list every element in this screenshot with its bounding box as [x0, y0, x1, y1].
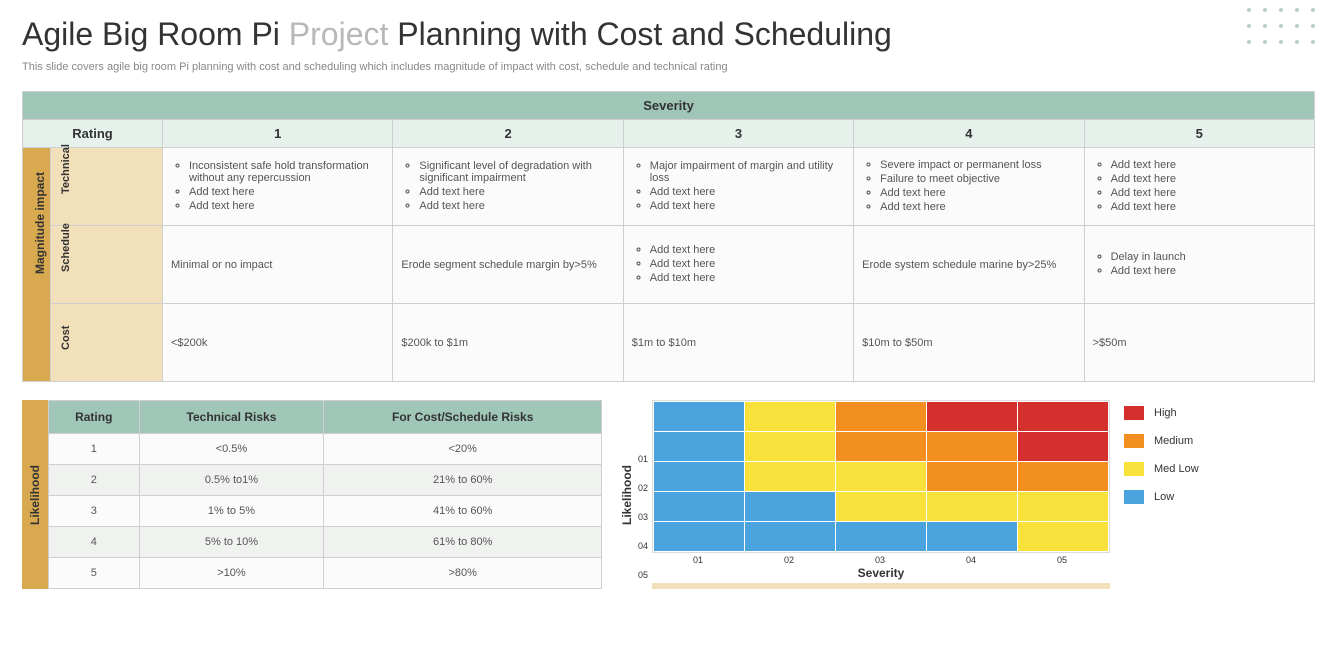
cell-cost-2: $200k to $1m — [393, 304, 623, 382]
heatmap-xlabel: Severity — [652, 566, 1110, 580]
table-row: 31% to 5%41% to 60% — [49, 496, 602, 527]
legend-row: High — [1124, 406, 1199, 420]
heatmap-cell — [1018, 492, 1108, 521]
col-5: 5 — [1084, 120, 1314, 148]
heatmap-cell — [836, 432, 926, 461]
title-pre: Agile Big Room Pi — [22, 16, 289, 52]
page-subtitle: This slide covers agile big room Pi plan… — [22, 61, 1315, 73]
table-row: 1<0.5%<20% — [49, 434, 602, 465]
heatmap-cell — [836, 402, 926, 431]
lk-hdr-rating: Rating — [49, 401, 140, 434]
likelihood-table-wrap: Likelihood Rating Technical Risks For Co… — [22, 400, 602, 589]
heatmap-cell — [745, 402, 835, 431]
lk-hdr-tech: Technical Risks — [139, 401, 324, 434]
col-4: 4 — [854, 120, 1084, 148]
heatmap-cell — [745, 462, 835, 491]
col-1: 1 — [163, 120, 393, 148]
heatmap: Likelihood 0102030405 0102030405 Severit… — [620, 400, 1315, 589]
lk-hdr-cost: For Cost/Schedule Risks — [324, 401, 602, 434]
legend-row: Medium — [1124, 434, 1199, 448]
table-row: 45% to 10%61% to 80% — [49, 527, 602, 558]
title-post: Planning with Cost and Scheduling — [388, 16, 891, 52]
table-row: 20.5% to1%21% to 60% — [49, 465, 602, 496]
heatmap-cell — [927, 402, 1017, 431]
severity-header: Severity — [23, 92, 1315, 120]
cell-technical-5: Add text hereAdd text hereAdd text hereA… — [1084, 148, 1314, 226]
heatmap-cell — [654, 522, 744, 551]
cost-row-label: Cost — [51, 304, 163, 382]
legend-label: High — [1154, 407, 1177, 419]
cell-cost-4: $10m to $50m — [854, 304, 1084, 382]
heatmap-bottom-bar — [652, 583, 1110, 589]
cell-cost-1: <$200k — [163, 304, 393, 382]
schedule-row-label: Schedule — [51, 226, 163, 304]
heatmap-cell — [654, 492, 744, 521]
likelihood-side-label: Likelihood — [22, 400, 48, 589]
legend-swatch — [1124, 434, 1144, 448]
likelihood-table: Rating Technical Risks For Cost/Schedule… — [48, 400, 602, 589]
heatmap-cell — [927, 432, 1017, 461]
heatmap-cell — [745, 492, 835, 521]
impact-matrix: Severity Rating 1 2 3 4 5 Magnitude impa… — [22, 91, 1315, 382]
legend-label: Med Low — [1154, 463, 1199, 475]
heatmap-xticks: 0102030405 — [652, 555, 1110, 565]
heatmap-cell — [745, 432, 835, 461]
heatmap-cell — [1018, 522, 1108, 551]
heatmap-cell — [654, 402, 744, 431]
heatmap-cell — [836, 462, 926, 491]
likelihood-tbody: 1<0.5%<20%20.5% to1%21% to 60%31% to 5%4… — [49, 434, 602, 589]
cell-cost-3: $1m to $10m — [623, 304, 853, 382]
heatmap-cell — [1018, 402, 1108, 431]
col-3: 3 — [623, 120, 853, 148]
cell-technical-2: Significant level of degradation with si… — [393, 148, 623, 226]
heatmap-cell — [654, 462, 744, 491]
heatmap-cell — [927, 492, 1017, 521]
rating-header: Rating — [23, 120, 163, 148]
heatmap-cell — [836, 522, 926, 551]
legend-row: Low — [1124, 490, 1199, 504]
heatmap-cell — [927, 522, 1017, 551]
cell-schedule-2: Erode segment schedule margin by>5% — [393, 226, 623, 304]
heatmap-grid — [652, 400, 1110, 553]
heatmap-ylabel: Likelihood — [620, 465, 634, 525]
decorative-dots — [1247, 8, 1319, 48]
heatmap-cell — [1018, 462, 1108, 491]
legend-label: Low — [1154, 491, 1174, 503]
table-row: 5>10%>80% — [49, 557, 602, 588]
cell-technical-3: Major impairment of margin and utility l… — [623, 148, 853, 226]
magnitude-side-label: Magnitude impact — [23, 148, 51, 382]
legend-swatch — [1124, 406, 1144, 420]
cell-schedule-5: Delay in launchAdd text here — [1084, 226, 1314, 304]
cell-schedule-3: Add text hereAdd text hereAdd text here — [623, 226, 853, 304]
cell-technical-1: Inconsistent safe hold transformation wi… — [163, 148, 393, 226]
heatmap-cell — [836, 492, 926, 521]
heatmap-yticks: 0102030405 — [638, 444, 648, 589]
heatmap-cell — [654, 432, 744, 461]
heatmap-cell — [1018, 432, 1108, 461]
cell-technical-4: Severe impact or permanent lossFailure t… — [854, 148, 1084, 226]
page-title: Agile Big Room Pi Project Planning with … — [22, 16, 1315, 53]
technical-row-label: Technical — [51, 148, 163, 226]
col-2: 2 — [393, 120, 623, 148]
heatmap-cell — [745, 522, 835, 551]
cell-schedule-4: Erode system schedule marine by>25% — [854, 226, 1084, 304]
title-accent: Project — [289, 16, 389, 52]
legend-swatch — [1124, 462, 1144, 476]
cell-cost-5: >$50m — [1084, 304, 1314, 382]
legend-label: Medium — [1154, 435, 1193, 447]
cell-schedule-1: Minimal or no impact — [163, 226, 393, 304]
legend-swatch — [1124, 490, 1144, 504]
heatmap-legend: High Medium Med Low Low — [1124, 406, 1199, 518]
legend-row: Med Low — [1124, 462, 1199, 476]
heatmap-cell — [927, 462, 1017, 491]
